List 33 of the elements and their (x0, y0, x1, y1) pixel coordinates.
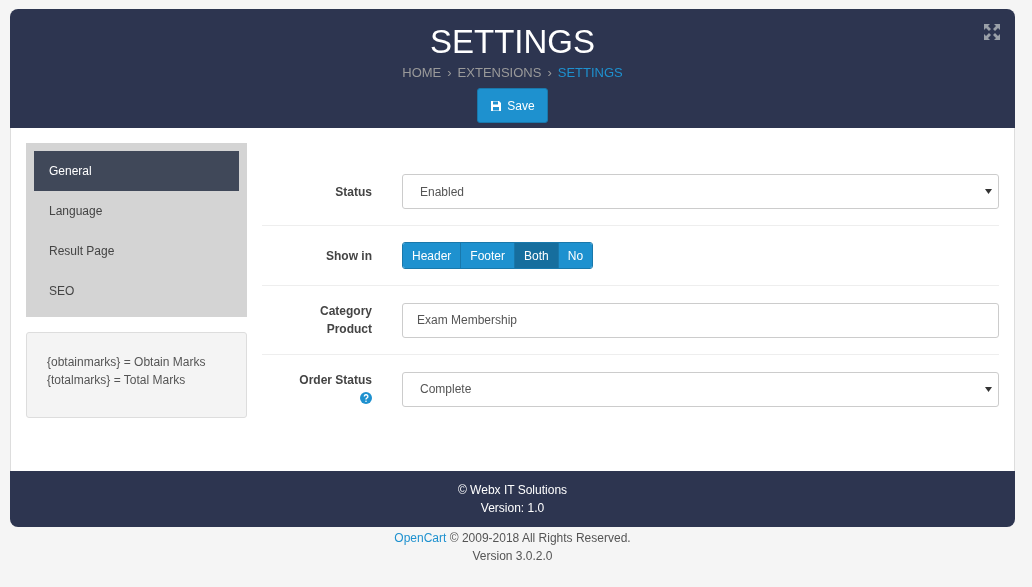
save-button[interactable]: Save (477, 88, 548, 123)
help-icon[interactable] (360, 392, 372, 404)
select-field[interactable]: Enabled (402, 174, 999, 209)
select-field[interactable]: Complete (402, 371, 999, 407)
field-label: Category Product (319, 303, 372, 338)
sidebar-item[interactable]: General (34, 151, 239, 191)
caret-icon (985, 386, 992, 392)
input-field[interactable]: Exam Membership (402, 302, 999, 338)
footer-text: © Webx IT Solutions (457, 482, 568, 499)
breadcrumb-link[interactable]: HOME (402, 65, 442, 80)
toggle-option[interactable]: Both (514, 243, 558, 268)
breadcrumb-link[interactable]: EXTENSIONS (457, 65, 542, 80)
field-label: Status (335, 183, 372, 201)
opencart-link[interactable]: OpenCart (394, 531, 447, 545)
caret-icon (985, 189, 992, 194)
breadcrumb-separator: › (447, 65, 452, 80)
sidebar-item[interactable]: SEO (34, 271, 239, 311)
page-title: SETTINGS (430, 23, 595, 61)
copyright-text: OpenCart © 2009-2018 All Rights Reserved. (394, 530, 631, 547)
footer-text: Version: 1.0 (480, 500, 545, 517)
version-text: Version 3.0.2.0 (472, 548, 553, 565)
toggle-option[interactable]: Footer (460, 243, 515, 268)
toggle-option[interactable]: Header (403, 243, 461, 268)
field-label: Order Status (292, 371, 372, 407)
field-label: Show in (326, 247, 372, 265)
note-line: {obtainmarks} = Obtain Marks (47, 354, 207, 371)
sidebar-item[interactable]: Language (34, 191, 239, 231)
note-line: {totalmarks} = Total Marks (47, 372, 187, 389)
toggle-option[interactable]: No (557, 243, 593, 268)
breadcrumb-link[interactable]: SETTINGS (557, 65, 623, 80)
expand-icon[interactable] (983, 23, 1001, 41)
sidebar-item[interactable]: Result Page (34, 231, 239, 271)
breadcrumb-separator: › (547, 65, 552, 80)
